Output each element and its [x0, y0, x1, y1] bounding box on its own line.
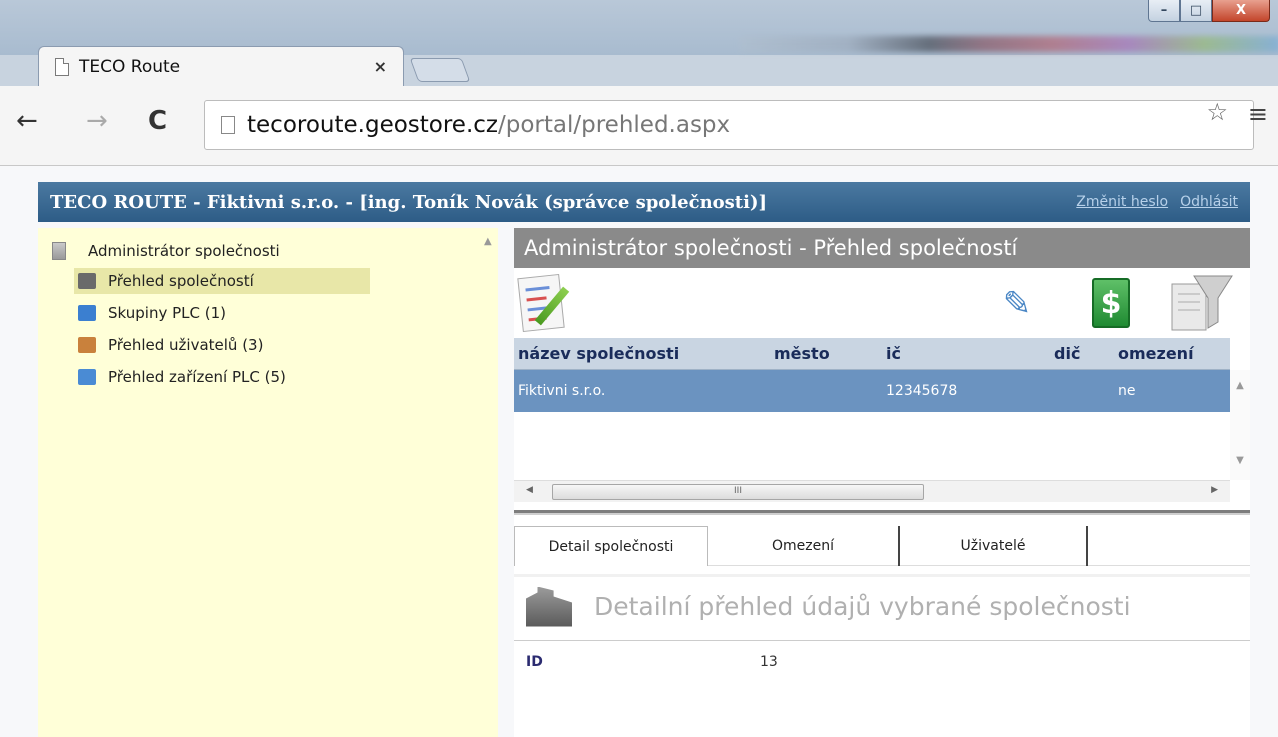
- users-icon: [78, 337, 96, 353]
- reload-icon[interactable]: C: [148, 106, 167, 136]
- sidebar-item-label: Přehled zařízení PLC (5): [108, 368, 286, 386]
- url-path: /portal/prehled.aspx: [498, 112, 731, 138]
- scroll-down-icon[interactable]: ▼: [1230, 455, 1250, 466]
- tab-users[interactable]: Uživatelé: [900, 526, 1088, 566]
- buildings-icon: [526, 586, 572, 627]
- sidebar-item-users[interactable]: Přehled uživatelů (3): [74, 332, 263, 358]
- logout-link[interactable]: Odhlásit: [1180, 194, 1238, 210]
- tab-limits[interactable]: Omezení: [708, 526, 900, 566]
- tab-title: TECO Route: [79, 56, 181, 77]
- table-horizontal-scrollbar[interactable]: ◀ III ▶: [514, 480, 1230, 502]
- back-icon[interactable]: ←: [16, 106, 38, 136]
- table-empty-area: [514, 412, 1230, 480]
- maximize-button[interactable]: □: [1180, 0, 1212, 22]
- table-header: název společnosti město ič dič omezení: [514, 338, 1230, 370]
- app-title: TECO ROUTE - Fiktivni s.r.o. - [ing. Ton…: [50, 191, 767, 213]
- page-content: TECO ROUTE - Fiktivni s.r.o. - [ing. Ton…: [0, 166, 1278, 737]
- sidebar-item-label: Přehled uživatelů (3): [108, 336, 264, 354]
- scroll-up-icon[interactable]: ▲: [484, 236, 492, 247]
- url-host: tecoroute.geostore.cz: [247, 112, 498, 138]
- browser-toolbar: ← → C tecoroute.geostore.cz/portal/prehl…: [0, 86, 1278, 166]
- minimize-button[interactable]: –: [1148, 0, 1180, 22]
- cell-limit: ne: [1118, 383, 1136, 399]
- menu-icon[interactable]: ≡: [1248, 100, 1268, 128]
- buildings-icon: [78, 273, 96, 289]
- detail-title: Detailní přehled údajů vybrané společnos…: [594, 592, 1131, 621]
- dollar-icon[interactable]: $: [1092, 278, 1130, 328]
- companies-table: název společnosti město ič dič omezení F…: [514, 338, 1230, 480]
- filter-icon[interactable]: [1168, 272, 1234, 334]
- sidebar-item-plc-groups[interactable]: Skupiny PLC (1): [74, 300, 226, 326]
- page-icon: [55, 57, 69, 76]
- page-icon: [221, 116, 235, 134]
- browser-tab[interactable]: TECO Route ×: [38, 46, 404, 86]
- close-window-button[interactable]: X: [1212, 0, 1270, 22]
- tab-close-icon[interactable]: ×: [374, 57, 387, 76]
- detail-tabs: Detail společnosti Omezení Uživatelé: [514, 526, 1250, 566]
- splitter[interactable]: [514, 510, 1250, 515]
- id-label: ID: [526, 654, 543, 670]
- devices-icon: [78, 369, 96, 385]
- scrollbar-thumb[interactable]: III: [552, 484, 924, 500]
- url-text: tecoroute.geostore.cz/portal/prehled.asp…: [247, 112, 730, 138]
- sidebar-item-label: Přehled společností: [108, 272, 254, 290]
- scroll-right-icon[interactable]: ▶: [1211, 485, 1218, 495]
- column-header[interactable]: omezení: [1118, 344, 1230, 363]
- sidebar-item-devices[interactable]: Přehled zařízení PLC (5): [74, 364, 286, 390]
- tree-root-label: Administrátor společnosti: [88, 242, 280, 260]
- sidebar-item-label: Skupiny PLC (1): [108, 304, 226, 322]
- table-vertical-scrollbar[interactable]: ▲ ▼: [1230, 370, 1250, 480]
- main-panel: Administrátor společnosti - Přehled spol…: [514, 228, 1250, 737]
- plc-group-icon: [78, 305, 96, 321]
- bookmark-star-icon[interactable]: ☆: [1206, 98, 1228, 126]
- id-value: 13: [760, 654, 778, 670]
- table-row[interactable]: Fiktivni s.r.o. 12345678 ne: [514, 370, 1230, 412]
- sidebar-item-companies[interactable]: Přehled společností: [74, 268, 370, 294]
- sidebar: Administrátor společnosti ▲ Přehled spol…: [38, 228, 498, 737]
- forward-icon[interactable]: →: [86, 106, 108, 136]
- panel-title: Administrátor společnosti - Přehled spol…: [514, 228, 1250, 268]
- background-tabs: [740, 36, 1278, 52]
- app-header: TECO ROUTE - Fiktivni s.r.o. - [ing. Ton…: [38, 182, 1250, 222]
- tab-company-detail[interactable]: Detail společnosti: [514, 526, 708, 566]
- column-header[interactable]: ič: [886, 344, 1054, 363]
- column-header[interactable]: město: [774, 344, 886, 363]
- new-tab-button[interactable]: [409, 58, 471, 82]
- scroll-left-icon[interactable]: ◀: [526, 485, 533, 495]
- address-bar[interactable]: tecoroute.geostore.cz/portal/prehled.asp…: [204, 100, 1254, 150]
- change-password-link[interactable]: Změnit heslo: [1076, 194, 1168, 210]
- detail-row-id: ID 13: [514, 640, 1250, 670]
- detail-heading: Detailní přehled údajů vybrané společnos…: [514, 574, 1250, 636]
- edit-icon[interactable]: ✎: [990, 284, 1044, 324]
- scroll-up-icon[interactable]: ▲: [1230, 380, 1250, 391]
- folder-icon: [52, 242, 66, 260]
- action-toolbar: ✎ $: [514, 268, 1250, 338]
- column-header[interactable]: dič: [1054, 344, 1118, 363]
- cell-name: Fiktivni s.r.o.: [518, 383, 606, 399]
- cell-ic: 12345678: [886, 383, 958, 399]
- column-header[interactable]: název společnosti: [514, 344, 774, 363]
- window-controls: – □ X: [1148, 0, 1270, 22]
- tree-root[interactable]: Administrátor společnosti: [52, 242, 280, 260]
